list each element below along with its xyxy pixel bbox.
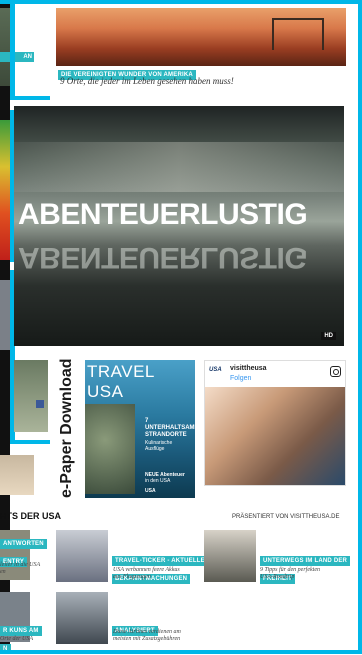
- news-text-2-line-2: aus Flugzeugen: [113, 574, 151, 580]
- top-feature-subtitle[interactable]: 9 Orte, die jeder im Leben gesehen haben…: [60, 76, 234, 86]
- news-image-3[interactable]: [204, 530, 256, 582]
- section-title: HTS DER USA: [0, 511, 62, 521]
- news-tag-3-line-1: UNTERWEGS IM LAND DER: [260, 556, 351, 566]
- news-tag-4-line-2: N: [0, 644, 11, 654]
- epaper-label[interactable]: e-Paper Download: [58, 358, 80, 498]
- news-text-5-line-1: Diese Airlines verdienen am: [113, 629, 181, 635]
- news-text-2[interactable]: USA verbannen feere Akkus aus Flugzeugen: [113, 567, 180, 581]
- instagram-logo: USA: [209, 367, 222, 373]
- news-text-1-line-1: leller in die USA: [0, 562, 41, 568]
- news-text-1-line-2: en: [0, 569, 6, 575]
- left-thumb-heatmap: [0, 120, 10, 260]
- news-image-2[interactable]: [56, 530, 108, 582]
- news-text-5[interactable]: Diese Airlines verdienen am meisten mit …: [113, 629, 181, 643]
- left-thumb-tag-label: AN: [23, 54, 32, 60]
- news-tag-1-line-1: ANTWORTEN: [0, 539, 47, 549]
- left-thumb-low: [0, 455, 34, 495]
- instagram-follow[interactable]: Folgen: [230, 375, 251, 382]
- video-cloud-band: [14, 142, 344, 192]
- news-tag-2-line-1: TRAVEL-TICKER - AKTUELLE: [112, 556, 208, 566]
- top-feature-structure: [272, 18, 324, 50]
- news-text-5-line-2: meisten mit Zusatzgebühren: [113, 636, 181, 642]
- left-small-tile[interactable]: [14, 360, 48, 432]
- news-text-3[interactable]: 9 Tipps für den perfekten USA-Roadtrip: [260, 567, 320, 581]
- magazine-cover-line: 7 UNTERHALTSAME STRANDORTE: [145, 418, 195, 438]
- facebook-icon[interactable]: [36, 400, 44, 408]
- video-headline-reflection: ABENTEUERLUSTIG: [18, 241, 308, 274]
- magazine-publisher: USA: [145, 488, 156, 494]
- news-text-4[interactable]: Orte der USA: [0, 636, 33, 643]
- news-image-5[interactable]: [56, 592, 108, 644]
- accent-line-6: [10, 440, 50, 444]
- left-thumb-tag: AN: [0, 52, 34, 62]
- instagram-widget[interactable]: USA visittheusa Folgen: [204, 360, 346, 486]
- news-text-4-line-1: Orte der USA: [0, 636, 33, 642]
- video-player[interactable]: ABENTEUERLUSTIG ABENTEUERLUSTIG HD: [14, 106, 344, 346]
- magazine-bottom-line-2: in den USA: [145, 478, 171, 484]
- instagram-account[interactable]: visittheusa: [230, 365, 267, 372]
- magazine-rocks: [85, 404, 135, 494]
- video-headline: ABENTEUERLUSTIG: [18, 198, 308, 231]
- magazine-brand: TRAVEL USA: [87, 362, 155, 401]
- news-tag-4-line-1: R KUNS AM: [0, 626, 42, 636]
- instagram-photo[interactable]: [205, 387, 345, 485]
- news-text-3-line-2: USA-Roadtrip: [260, 574, 295, 580]
- instagram-icon[interactable]: [330, 366, 341, 377]
- news-text-2-line-1: USA verbannen feere Akkus: [113, 567, 180, 573]
- section-presented-by[interactable]: PRÄSENTIERT VON VISITTHEUSA.DE: [232, 514, 339, 520]
- magazine-cover[interactable]: TRAVEL USA 7 UNTERHALTSAME STRANDORTE Ku…: [85, 360, 195, 498]
- top-feature-image[interactable]: [56, 8, 346, 66]
- accent-line-1: [10, 0, 15, 100]
- magazine-side-line-2: Ausflüge: [145, 446, 165, 452]
- instagram-icon-lens: [333, 369, 339, 375]
- news-text-1[interactable]: leller in die USA en: [0, 562, 40, 576]
- accent-line-2: [10, 96, 50, 100]
- hd-badge[interactable]: HD: [321, 332, 336, 340]
- news-text-3-line-1: 9 Tipps für den perfekten: [260, 567, 320, 573]
